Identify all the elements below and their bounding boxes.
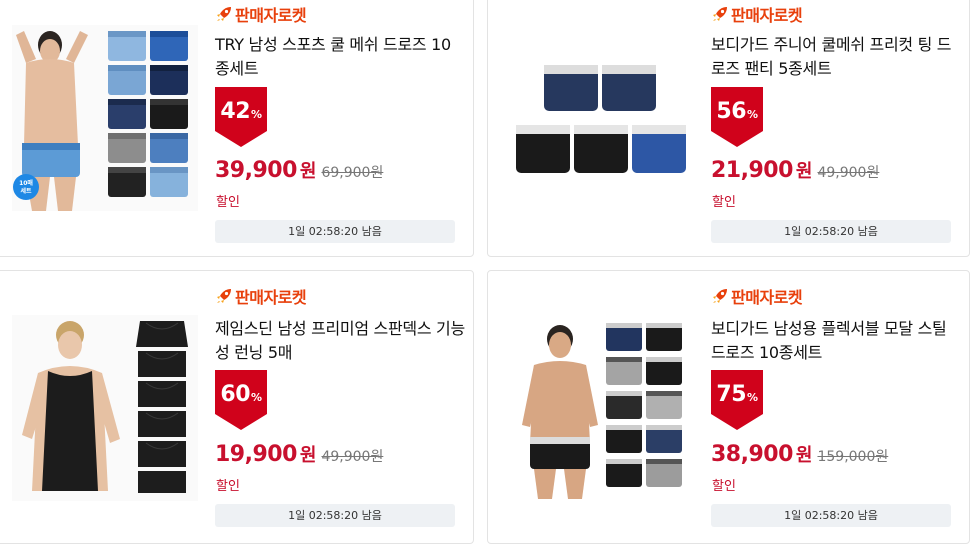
sale-price: 38,900 (711, 442, 793, 467)
rocket-badge: 판매자로켓 (216, 285, 307, 307)
discount-percent: % (747, 108, 758, 121)
original-price: 49,900원 (321, 449, 384, 465)
price-row: 39,900 원 69,900원 (215, 157, 383, 183)
discount-percent: % (251, 391, 262, 404)
product-card[interactable]: 판매자로켓 제임스딘 남성 프리미엄 스판덱스 기능성 런닝 5매 60% 19… (0, 270, 474, 544)
product-image[interactable]: 10매 세트 (12, 25, 198, 211)
sale-price: 21,900 (711, 158, 793, 183)
rocket-icon (217, 7, 231, 21)
sale-price: 39,900 (215, 158, 297, 183)
sale-label: 할인 (216, 479, 240, 494)
product-card[interactable]: 10매 세트 판매자로켓 TRY 남성 스포츠 쿨 메쉬 드로즈 10종세트 4… (0, 0, 474, 257)
countdown-timer: 1일 02:58:20 남음 (215, 504, 455, 527)
discount-value: 56 (716, 99, 747, 124)
rocket-badge-label: 판매자로켓 (235, 6, 307, 25)
image-tag-line2: 세트 (20, 187, 32, 195)
discount-badge: 42% (215, 87, 267, 147)
product-image[interactable] (508, 315, 694, 501)
price-row: 19,900 원 49,900원 (215, 441, 383, 467)
countdown-timer: 1일 02:58:20 남음 (711, 220, 951, 243)
rocket-badge-label: 판매자로켓 (731, 6, 803, 25)
discount-percent: % (251, 108, 262, 121)
sale-label: 할인 (216, 195, 240, 210)
product-title[interactable]: 제임스딘 남성 프리미엄 스판덱스 기능성 런닝 5매 (215, 317, 465, 365)
sale-price: 19,900 (215, 442, 297, 467)
original-price: 69,900원 (321, 165, 384, 181)
discount-value: 42 (220, 99, 251, 124)
currency: 원 (299, 445, 317, 466)
rocket-icon (713, 289, 727, 303)
price-row: 38,900 원 159,000원 (711, 441, 888, 467)
image-tag-line1: 10매 (19, 179, 33, 187)
currency: 원 (299, 161, 317, 182)
rocket-badge: 판매자로켓 (216, 3, 307, 25)
product-image[interactable] (508, 25, 694, 211)
rocket-badge: 판매자로켓 (712, 3, 803, 25)
countdown-timer: 1일 02:58:20 남음 (711, 504, 951, 527)
product-title[interactable]: 보디가드 남성용 플렉서블 모달 스틸 드로즈 10종세트 (711, 317, 961, 365)
sale-label: 할인 (712, 479, 736, 494)
currency: 원 (795, 445, 813, 466)
discount-value: 75 (716, 382, 747, 407)
discount-badge: 60% (215, 370, 267, 430)
countdown-timer: 1일 02:58:20 남음 (215, 220, 455, 243)
rocket-badge-label: 판매자로켓 (731, 288, 803, 307)
discount-badge: 56% (711, 87, 763, 147)
rocket-badge-label: 판매자로켓 (235, 288, 307, 307)
original-price: 159,000원 (817, 449, 889, 465)
rocket-icon (713, 7, 727, 21)
discount-percent: % (747, 391, 758, 404)
rocket-badge: 판매자로켓 (712, 285, 803, 307)
discount-value: 60 (220, 382, 251, 407)
sale-label: 할인 (712, 195, 736, 210)
product-card[interactable]: 판매자로켓 보디가드 주니어 쿨메쉬 프리컷 팅 드로즈 팬티 5종세트 56%… (487, 0, 970, 257)
product-title[interactable]: 보디가드 주니어 쿨메쉬 프리컷 팅 드로즈 팬티 5종세트 (711, 33, 961, 81)
product-image[interactable] (12, 315, 198, 501)
product-title[interactable]: TRY 남성 스포츠 쿨 메쉬 드로즈 10종세트 (215, 33, 465, 81)
rocket-icon (217, 289, 231, 303)
original-price: 49,900원 (817, 165, 880, 181)
currency: 원 (795, 161, 813, 182)
discount-badge: 75% (711, 370, 763, 430)
product-card[interactable]: 판매자로켓 보디가드 남성용 플렉서블 모달 스틸 드로즈 10종세트 75% … (487, 270, 970, 544)
price-row: 21,900 원 49,900원 (711, 157, 879, 183)
